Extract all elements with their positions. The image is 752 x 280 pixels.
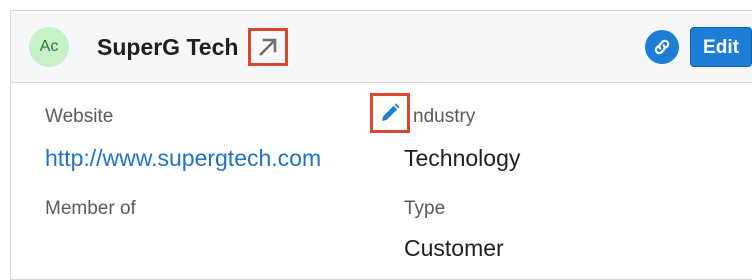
copy-link-button[interactable]	[645, 30, 679, 64]
website-link[interactable]: http://www.supergtech.com	[45, 143, 321, 173]
record-title: SuperG Tech	[97, 34, 239, 60]
member-of-label: Member of	[45, 198, 136, 219]
open-record-link[interactable]	[248, 28, 288, 66]
pencil-icon	[382, 103, 400, 121]
record-header: Ac SuperG Tech Edit	[11, 11, 752, 83]
avatar: Ac	[29, 27, 69, 67]
link-icon	[654, 39, 670, 55]
type-value: Customer	[404, 235, 504, 261]
industry-value: Technology	[404, 145, 521, 171]
record-card: Ac SuperG Tech Edit Website http://www.s…	[10, 10, 752, 280]
arrow-up-right-icon	[259, 38, 277, 56]
website-label: Website	[45, 106, 114, 127]
industry-label: ndustry	[413, 106, 476, 127]
edit-button[interactable]: Edit	[690, 27, 752, 67]
type-label: Type	[404, 198, 446, 219]
inline-edit-button[interactable]	[370, 93, 410, 133]
